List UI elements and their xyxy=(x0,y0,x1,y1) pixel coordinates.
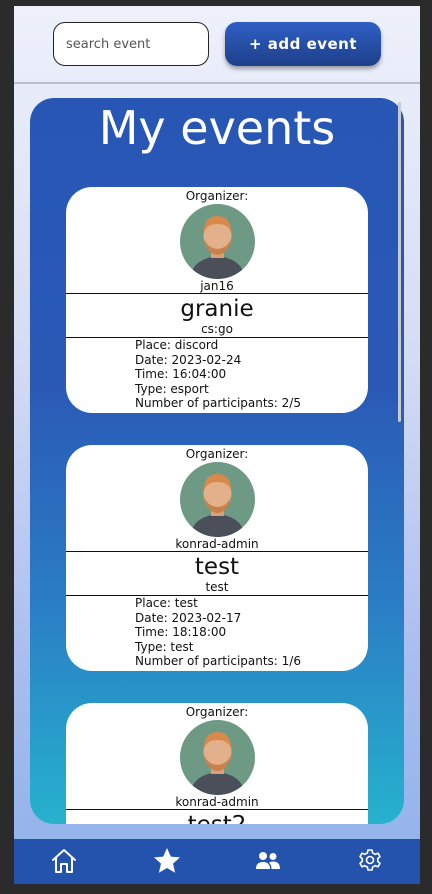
bottom-nav xyxy=(14,839,420,884)
place-label: Place: xyxy=(135,596,175,610)
place-value: discord xyxy=(174,338,219,352)
time-value: 18:18:00 xyxy=(172,625,227,639)
date-label: Date: xyxy=(135,352,172,367)
organizer-label: Organizer: xyxy=(185,447,249,461)
event-card[interactable]: Organizer: konrad-admin test2 xyxy=(66,703,368,824)
top-bar: + add event xyxy=(14,6,420,84)
time-value: 16:04:00 xyxy=(172,367,227,381)
divider xyxy=(66,551,368,552)
nav-settings[interactable] xyxy=(350,844,390,878)
date-value: 2023-02-17 xyxy=(171,610,242,625)
type-label: Type: xyxy=(135,639,171,654)
participants-value: 1/6 xyxy=(281,654,301,668)
participants-label: Number of participants: xyxy=(135,396,282,410)
event-details: Place: test Date: 2023-02-17 Time: 18:18… xyxy=(135,596,301,669)
event-game: cs:go xyxy=(201,322,233,336)
event-game: test xyxy=(205,580,229,594)
type-value: esport xyxy=(170,381,209,396)
type-value: test xyxy=(170,639,194,654)
app-window: + add event My events Organizer: jan16 g… xyxy=(14,6,420,884)
avatar xyxy=(180,462,255,537)
participants-label: Number of participants: xyxy=(135,654,282,668)
place-value: test xyxy=(174,596,198,610)
place-label: Place: xyxy=(135,338,175,352)
divider xyxy=(66,293,368,294)
organizer-label: Organizer: xyxy=(185,189,249,203)
nav-favorites[interactable] xyxy=(147,844,187,878)
time-label: Time: xyxy=(135,367,173,381)
add-event-button[interactable]: + add event xyxy=(225,22,381,66)
date-label: Date: xyxy=(135,610,172,625)
time-label: Time: xyxy=(135,625,173,639)
organizer-name: konrad-admin xyxy=(175,795,259,809)
avatar xyxy=(180,204,255,279)
page-title: My events xyxy=(98,101,336,155)
nav-users[interactable] xyxy=(248,844,288,878)
event-card[interactable]: Organizer: konrad-admin test test Place:… xyxy=(66,445,368,671)
event-card[interactable]: Organizer: jan16 granie cs:go Place: dis… xyxy=(66,187,368,413)
date-value: 2023-02-24 xyxy=(171,352,242,367)
divider xyxy=(66,809,368,810)
organizer-name: konrad-admin xyxy=(175,537,259,551)
event-title: test xyxy=(194,554,240,580)
type-label: Type: xyxy=(135,381,171,396)
event-details: Place: discord Date: 2023-02-24 Time: 16… xyxy=(135,338,301,411)
organizer-label: Organizer: xyxy=(185,705,249,719)
gear-icon xyxy=(359,849,381,871)
scrollbar[interactable] xyxy=(398,102,401,422)
home-icon xyxy=(52,849,76,873)
search-input[interactable] xyxy=(53,22,209,66)
star-icon xyxy=(154,848,180,873)
participants-value: 2/5 xyxy=(281,396,301,410)
event-title: test2 xyxy=(66,812,368,824)
organizer-name: jan16 xyxy=(200,279,234,293)
avatar xyxy=(180,720,255,795)
users-icon xyxy=(256,852,280,869)
event-title: granie xyxy=(180,296,254,322)
nav-home[interactable] xyxy=(44,844,84,878)
events-panel: My events Organizer: jan16 granie cs:go xyxy=(30,98,404,824)
